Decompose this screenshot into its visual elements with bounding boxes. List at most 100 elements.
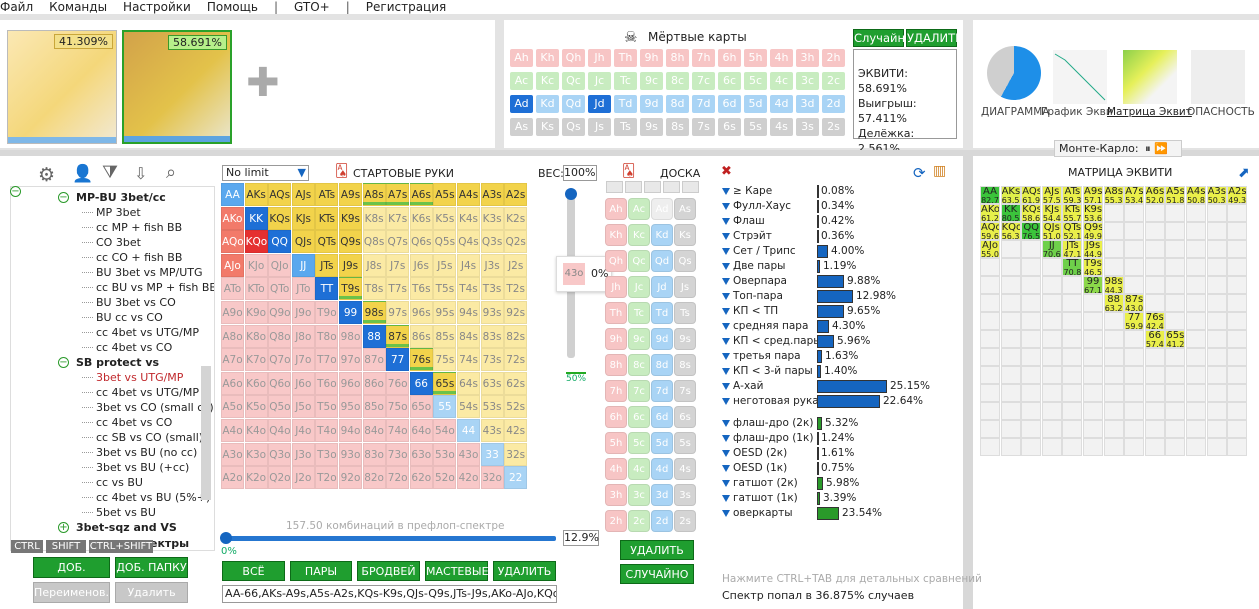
import-icon[interactable]: ⇩ xyxy=(134,164,147,183)
board-card[interactable]: 7c xyxy=(628,380,650,402)
equity-cell[interactable]: 66 57.4 xyxy=(1144,330,1165,348)
tree-item[interactable]: 3bet vs UTG/MP xyxy=(96,370,183,385)
equity-cell[interactable] xyxy=(1124,384,1145,402)
hand-cell[interactable]: 88 xyxy=(362,324,386,348)
board-card[interactable]: Ac xyxy=(628,198,650,220)
hand-cell[interactable]: 33 xyxy=(480,442,504,466)
hand-cell[interactable]: 86o xyxy=(362,371,386,395)
hand-cell[interactable]: T2o xyxy=(315,466,339,490)
equity-cell[interactable] xyxy=(1103,204,1124,222)
equity-cell[interactable] xyxy=(1083,348,1103,366)
equity-cell[interactable]: AKs 63.5 xyxy=(1000,186,1021,204)
equity-cell[interactable] xyxy=(1103,222,1124,240)
hand-cell[interactable]: A2s xyxy=(504,183,528,206)
equity-cell[interactable]: A5s 51.8 xyxy=(1165,186,1186,204)
dead-card[interactable]: As xyxy=(510,118,533,136)
equity-cell[interactable] xyxy=(1021,258,1042,276)
board-card[interactable]: 5s xyxy=(674,432,696,454)
equity-cell[interactable] xyxy=(1083,420,1103,438)
hand-cell[interactable]: J2s xyxy=(504,253,528,277)
dead-card[interactable]: Kd xyxy=(536,95,559,113)
equity-cell[interactable] xyxy=(1083,384,1103,402)
hand-cell[interactable]: K2s xyxy=(504,206,528,230)
dead-card[interactable]: 4h xyxy=(770,49,793,67)
hand-cell[interactable]: 85o xyxy=(362,395,386,419)
board-card[interactable]: Th xyxy=(605,302,627,324)
hand-cell[interactable]: J9s xyxy=(339,253,362,277)
equity-cell[interactable] xyxy=(1165,294,1186,312)
equity-cell[interactable] xyxy=(1021,366,1042,384)
hand-cell[interactable]: 94o xyxy=(339,419,362,442)
board-card[interactable]: Kd xyxy=(651,224,673,246)
hand-cell[interactable]: QQ xyxy=(268,230,292,254)
equity-cell[interactable] xyxy=(1103,420,1124,438)
dead-card[interactable]: 8s xyxy=(666,118,689,136)
hand-cell[interactable]: 93o xyxy=(339,442,362,466)
menu-item[interactable]: Настройки xyxy=(123,1,191,13)
hand-cell[interactable]: 63o xyxy=(409,442,433,466)
dead-card[interactable]: Ah xyxy=(510,49,533,67)
hand-cell[interactable]: KTs xyxy=(315,206,339,230)
hand-cell[interactable]: 96s xyxy=(409,301,433,324)
equity-cell[interactable] xyxy=(1165,276,1186,294)
tree-item[interactable]: 3bet-sqz and VS xyxy=(76,520,177,535)
hand-cell[interactable]: JTs xyxy=(315,253,339,277)
tree-item[interactable]: 3bet vs CO (small cc) xyxy=(96,400,214,415)
dead-card[interactable]: Ad xyxy=(510,95,533,113)
equity-cell[interactable]: QJs 51.0 xyxy=(1041,222,1062,240)
range-1-preview[interactable]: 41.309% xyxy=(7,30,117,144)
equity-cell[interactable] xyxy=(1186,438,1206,456)
equity-cell[interactable] xyxy=(1227,420,1248,438)
hand-cell[interactable]: A3o xyxy=(221,442,244,466)
equity-cell[interactable] xyxy=(1165,240,1186,258)
equity-cell[interactable] xyxy=(1165,420,1186,438)
hand-cell[interactable]: A7s xyxy=(386,183,410,206)
equity-cell[interactable] xyxy=(1206,276,1227,294)
hand-cell[interactable]: Q5o xyxy=(268,395,292,419)
hand-cell[interactable]: 22 xyxy=(504,466,528,490)
board-card[interactable]: 4h xyxy=(605,458,627,480)
hand-cell[interactable]: 97s xyxy=(386,301,410,324)
hand-cell[interactable]: KJs xyxy=(291,206,315,230)
equity-cell[interactable] xyxy=(1186,348,1206,366)
tree-item[interactable]: MP 3bet xyxy=(96,205,141,220)
board-card[interactable]: Qs xyxy=(674,250,696,272)
range-button[interactable]: УДАЛИТЬ xyxy=(493,561,556,581)
filter-icon[interactable] xyxy=(722,494,730,502)
filter-icon[interactable] xyxy=(722,217,730,225)
tree-collapse-icon[interactable]: + xyxy=(58,522,69,533)
board-random-button[interactable]: СЛУЧАЙНО xyxy=(620,564,694,584)
dead-card[interactable]: Ts xyxy=(614,118,637,136)
hand-cell[interactable]: 73s xyxy=(480,348,504,372)
dead-card[interactable]: Jc xyxy=(588,72,611,90)
dead-card[interactable]: 7h xyxy=(692,49,715,67)
hand-cell[interactable]: J6o xyxy=(291,371,315,395)
hand-cell[interactable]: QJo xyxy=(268,253,292,277)
equity-cell[interactable] xyxy=(1083,294,1103,312)
dead-delete-button[interactable]: УДАЛИТЬ xyxy=(906,29,963,47)
board-card[interactable]: Ks xyxy=(674,224,696,246)
board-card[interactable]: Jh xyxy=(605,276,627,298)
equity-cell[interactable] xyxy=(1083,438,1103,456)
bar-chart-icon[interactable]: ▥ xyxy=(933,163,946,179)
tree-item[interactable]: cc SB vs CO (small) xyxy=(96,430,203,445)
equity-cell[interactable]: JTs 47.1 xyxy=(1062,240,1083,258)
tree-collapse-icon[interactable]: − xyxy=(58,357,69,368)
equity-cell[interactable]: AJo 55.0 xyxy=(980,240,1000,258)
equity-cell[interactable] xyxy=(1165,222,1186,240)
hand-cell[interactable]: K3o xyxy=(244,442,268,466)
hand-cell[interactable]: T4o xyxy=(315,419,339,442)
filter-icon[interactable] xyxy=(722,382,730,390)
equity-cell[interactable] xyxy=(1227,258,1248,276)
board-card[interactable]: 9s xyxy=(674,328,696,350)
equity-cell[interactable] xyxy=(1062,438,1083,456)
board-card[interactable]: 8d xyxy=(651,354,673,376)
filter-icon[interactable] xyxy=(722,479,730,487)
hand-cell[interactable]: K4s xyxy=(457,206,480,230)
equity-cell[interactable] xyxy=(1186,312,1206,330)
equity-cell[interactable] xyxy=(1103,348,1124,366)
equity-cell[interactable] xyxy=(1062,276,1083,294)
hand-cell[interactable]: 84s xyxy=(457,324,480,348)
hand-cell[interactable]: K3s xyxy=(480,206,504,230)
tree-item[interactable]: cc 4bet vs UTG/MP xyxy=(96,325,199,340)
